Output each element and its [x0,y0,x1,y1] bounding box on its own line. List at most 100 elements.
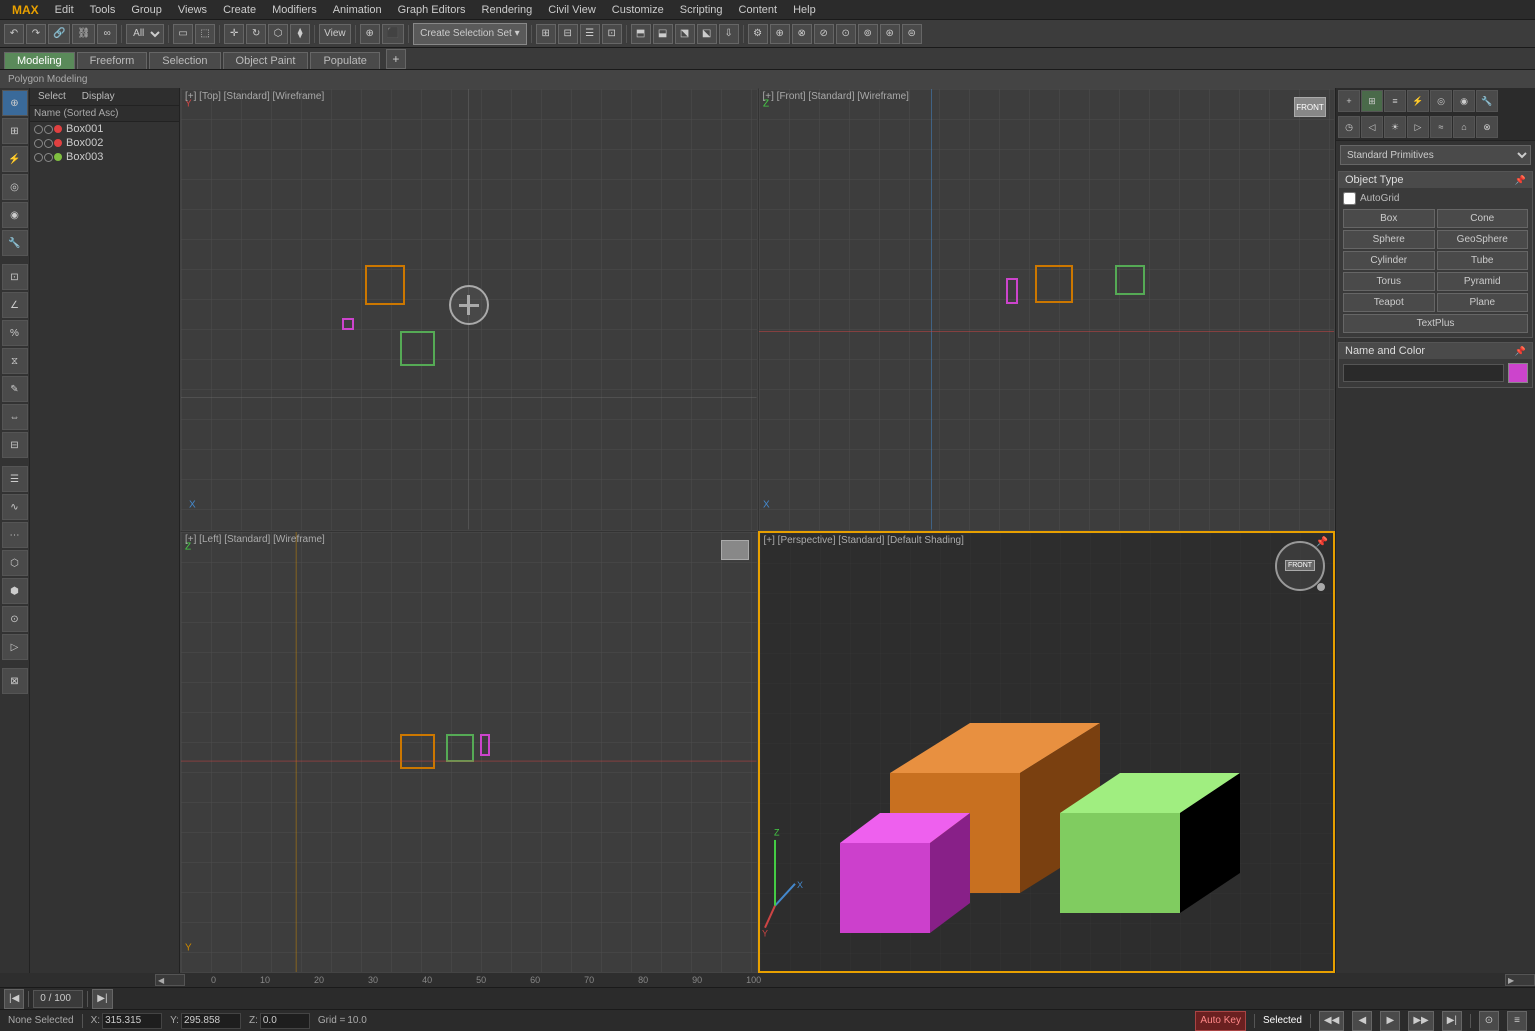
render-setup-btn[interactable]: ⊙ [2,606,28,632]
toolbar-btn-13[interactable]: ⊘ [814,24,834,44]
frame-counter[interactable]: 0 / 100 [33,990,83,1008]
move-btn[interactable]: ✛ [224,24,244,44]
select-btn[interactable]: ▭ [173,24,193,44]
view-btn[interactable]: View [319,24,351,44]
viewport-top[interactable]: [+] [Top] [Standard] [Wireframe] X Y [180,88,758,531]
timeline-scroll-left[interactable]: ◀ [155,974,185,986]
create-btn[interactable]: ⊕ [2,90,28,116]
rp-obj-icon[interactable]: ⊞ [1361,90,1383,112]
dope-sheet-btn[interactable]: ⋯ [2,522,28,548]
toolbar-btn-9[interactable]: ⇩ [719,24,739,44]
z-input[interactable] [260,1013,310,1029]
container-btn[interactable]: ⊠ [2,668,28,694]
rp-disp-icon[interactable]: ◉ [1453,90,1475,112]
rp-add-icon[interactable]: + [1338,90,1360,112]
menu-customize[interactable]: Customize [604,4,672,16]
rp-mod-icon[interactable]: ≡ [1384,90,1406,112]
link-btn[interactable]: 🔗 [48,24,70,44]
schematic-view-btn[interactable]: ⬡ [2,550,28,576]
menu-edit[interactable]: Edit [47,4,82,16]
mode-dropdown[interactable]: All [126,24,164,44]
tab-selection[interactable]: Selection [149,52,220,69]
btn-cylinder[interactable]: Cylinder [1343,251,1435,270]
rp-icon-a[interactable]: ◷ [1338,116,1360,138]
playback-end-btn[interactable]: ▶| [92,989,112,1009]
menu-civil-view[interactable]: Civil View [540,4,603,16]
unlink-btn[interactable]: ⛓ [72,24,95,44]
rp-icon-c[interactable]: ☀ [1384,116,1406,138]
viewport-left[interactable]: [+] [Left] [Standard] [Wireframe] Y Z [180,531,758,974]
playback-next[interactable]: ▶▶ [1408,1011,1433,1031]
toolbar-btn-15[interactable]: ⊚ [858,24,878,44]
color-swatch[interactable] [1508,363,1528,383]
edit-named-sel-btn[interactable]: ✎ [2,376,28,402]
filter-btn[interactable]: ≡ [1507,1011,1527,1031]
playback-next-frame[interactable]: ▶| [1442,1011,1462,1031]
scale-btn[interactable]: ⬡ [268,24,288,44]
playback-prev-frame[interactable]: ◀◀ [1319,1011,1344,1031]
hierarchy-btn[interactable]: ⚡ [2,146,28,172]
magnet-btn[interactable]: ⬛ [382,24,404,44]
bind-btn[interactable]: ∞ [97,24,117,44]
layer-btn[interactable]: ☰ [2,466,28,492]
rp-hier-icon[interactable]: ⚡ [1407,90,1429,112]
toolbar-btn-3[interactable]: ☰ [580,24,600,44]
select-tab[interactable]: Select [34,90,70,103]
tab-add-btn[interactable]: + [386,49,406,69]
menu-group[interactable]: Group [123,4,170,16]
percent-snap-btn[interactable]: % [2,320,28,346]
undo-btn[interactable]: ↶ [4,24,24,44]
y-input[interactable] [181,1013,241,1029]
toolbar-btn-1[interactable]: ⊞ [536,24,556,44]
select-region-btn[interactable]: ⬚ [195,24,215,44]
snap-toggle-btn[interactable]: ⊡ [2,264,28,290]
toolbar-btn-12[interactable]: ⊗ [792,24,812,44]
rp-icon-e[interactable]: ≈ [1430,116,1452,138]
rp-icon-f[interactable]: ⌂ [1453,116,1475,138]
keying-btn[interactable]: ⊙ [1479,1011,1499,1031]
toolbar-btn-6[interactable]: ⬓ [653,24,673,44]
viewport-front[interactable]: [+] [Front] [Standard] [Wireframe] FRONT… [758,88,1336,531]
utilities-btn[interactable]: 🔧 [2,230,28,256]
squash-btn[interactable]: ⧫ [290,24,310,44]
menu-scripting[interactable]: Scripting [672,4,731,16]
modify-btn[interactable]: ⊞ [2,118,28,144]
object-type-header[interactable]: Object Type 📌 [1339,172,1532,188]
name-input-field[interactable] [1343,364,1504,382]
btn-torus[interactable]: Torus [1343,272,1435,291]
rotate-btn[interactable]: ↻ [246,24,266,44]
playback-start-btn[interactable]: |◀ [4,989,24,1009]
angle-snap-btn[interactable]: ∠ [2,292,28,318]
toolbar-btn-16[interactable]: ⊛ [880,24,900,44]
redo-btn[interactable]: ↷ [26,24,46,44]
name-color-header[interactable]: Name and Color 📌 [1339,343,1532,359]
curve-editor-btn[interactable]: ∿ [2,494,28,520]
create-selection-btn[interactable]: Create Selection Set ▾ [413,23,527,45]
auto-key-btn[interactable]: Auto Key [1195,1011,1246,1031]
btn-cone[interactable]: Cone [1437,209,1529,228]
spinner-snap-btn[interactable]: ⧖ [2,348,28,374]
btn-plane[interactable]: Plane [1437,293,1529,312]
viewport-perspective[interactable]: [+] [Perspective] [Standard] [Default Sh… [758,531,1336,974]
toolbar-btn-2[interactable]: ⊟ [558,24,578,44]
rp-mot-icon[interactable]: ◎ [1430,90,1452,112]
btn-box[interactable]: Box [1343,209,1435,228]
tree-item-box002[interactable]: Box002 [30,136,179,150]
material-editor-btn[interactable]: ⬢ [2,578,28,604]
btn-tube[interactable]: Tube [1437,251,1529,270]
menu-tools[interactable]: Tools [82,4,124,16]
btn-sphere[interactable]: Sphere [1343,230,1435,249]
menu-rendering[interactable]: Rendering [474,4,541,16]
menu-help[interactable]: Help [785,4,824,16]
rp-icon-b[interactable]: ◁ [1361,116,1383,138]
btn-teapot[interactable]: Teapot [1343,293,1435,312]
tab-populate[interactable]: Populate [310,52,379,69]
toolbar-btn-7[interactable]: ⬔ [675,24,695,44]
toolbar-btn-5[interactable]: ⬒ [631,24,651,44]
menu-content[interactable]: Content [731,4,786,16]
menu-modifiers[interactable]: Modifiers [264,4,325,16]
display-btn[interactable]: ◉ [2,202,28,228]
btn-geosphere[interactable]: GeoSphere [1437,230,1529,249]
menu-animation[interactable]: Animation [325,4,390,16]
toolbar-btn-14[interactable]: ⊙ [836,24,856,44]
